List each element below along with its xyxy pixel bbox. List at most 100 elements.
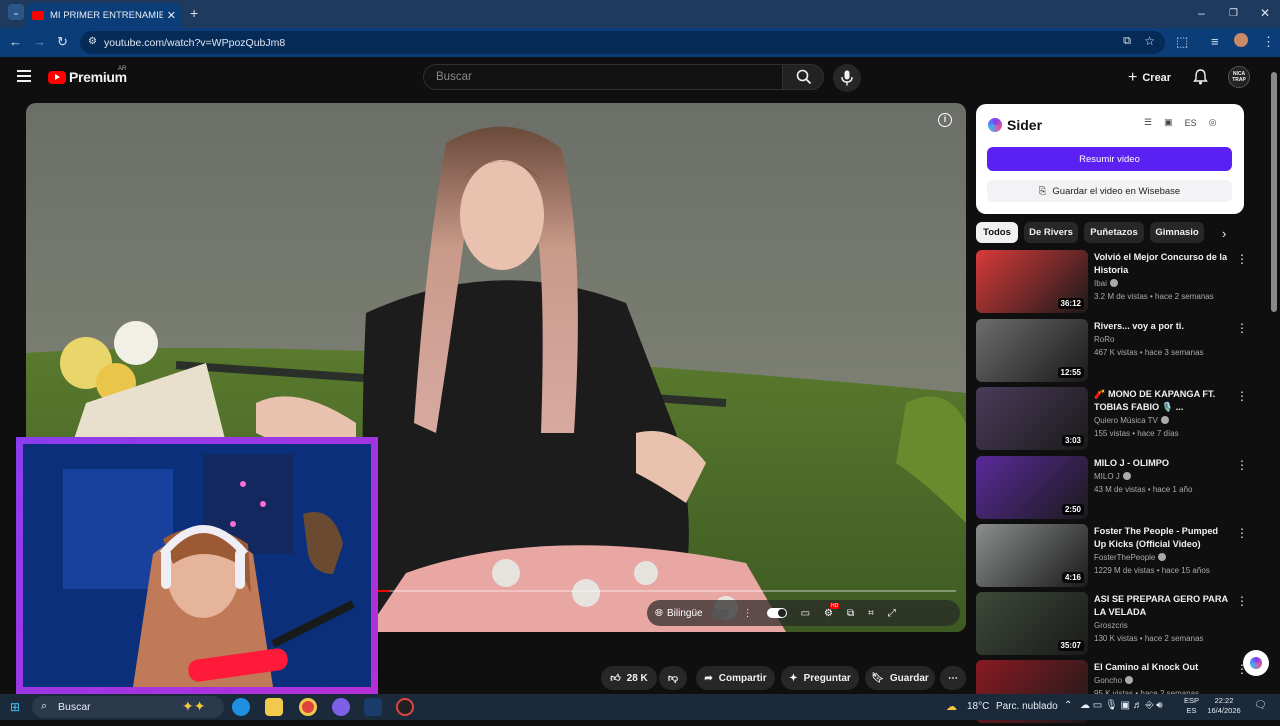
recommendation-item[interactable]: 2:50 MILO J - OLIMPO MILO J 43 M de vistas … (976, 456, 1248, 522)
grid-view-icon[interactable]: ▣ (1164, 117, 1173, 128)
chip-todos[interactable]: Todos (976, 222, 1018, 243)
channel-name[interactable]: Groszcris (1094, 621, 1128, 630)
video-menu-icon[interactable]: ⋮ (1236, 594, 1248, 608)
settings-icon[interactable]: ⚙ HD (824, 602, 840, 619)
dislike-button[interactable]: 👎︎ (659, 666, 687, 690)
install-app-icon[interactable]: ⧉ (1123, 35, 1131, 48)
weather-temp[interactable]: 18°C (967, 701, 989, 712)
channel-avatar[interactable]: NICA TRAP (1228, 66, 1250, 88)
tray-icons[interactable]: ☁ ▭ 🎙︎ ▣ ♬ ⎆ 🔊︎ (1080, 700, 1163, 711)
notifications-center-icon[interactable]: 🗨︎ (1254, 700, 1267, 711)
search-input[interactable]: Buscar (423, 64, 783, 90)
miniplayer-icon[interactable]: ⧉ (847, 608, 854, 619)
autoplay-toggle[interactable] (766, 608, 787, 618)
video-title[interactable]: Foster The People - Pumped Up Kicks (Off… (1094, 525, 1230, 551)
video-menu-icon[interactable]: ⋮ (1236, 526, 1248, 540)
windows-start-icon[interactable]: ⊞ (10, 700, 20, 714)
chrome-icon[interactable] (299, 698, 317, 716)
bilingual-toggle[interactable]: 🌐︎ Bilingüe (655, 608, 729, 619)
youtube-logo[interactable]: Premium AR (48, 66, 127, 85)
like-button[interactable]: 👍︎ 28 K (601, 666, 657, 690)
sider-settings-icon[interactable]: ◎ (1209, 117, 1217, 128)
extensions-icon[interactable]: ⬚ (1176, 34, 1188, 50)
app-icon-2[interactable] (396, 698, 414, 716)
video-title[interactable]: ASI SE PREPARA GERO PARA LA VELADA (1094, 593, 1230, 619)
channel-name[interactable]: Ibai (1094, 279, 1107, 288)
chip-de-rivers[interactable]: De Rivers (1024, 222, 1078, 243)
recommendation-item[interactable]: 36:12 Volvió el Mejor Concurso de la Hist… (976, 250, 1248, 316)
video-title[interactable]: Volvió el Mejor Concurso de la Historia (1094, 251, 1230, 277)
reload-icon[interactable]: ↻ (57, 34, 68, 50)
video-progress-bar[interactable] (377, 590, 956, 592)
share-button[interactable]: ➦ Compartir (696, 666, 775, 690)
steam-icon[interactable] (364, 698, 382, 716)
video-menu-icon[interactable]: ⋮ (1236, 321, 1248, 335)
channel-name[interactable]: FosterThePeople (1094, 553, 1155, 562)
search-button[interactable] (782, 64, 824, 90)
tab-search-icon[interactable]: ⌄ (8, 4, 24, 20)
close-window-button[interactable]: ✕ (1260, 6, 1270, 20)
video-title[interactable]: MILO J - OLIMPO (1094, 457, 1230, 470)
cast-icon[interactable]: ⌗ (868, 608, 874, 619)
weather-desc[interactable]: Parc. nublado (996, 701, 1058, 712)
video-thumbnail[interactable]: 2:50 (976, 456, 1088, 519)
fullscreen-icon[interactable]: ⤢ (888, 608, 896, 619)
tray-expand-icon[interactable]: ⌃ (1064, 700, 1072, 711)
minimize-button[interactable]: – (1198, 6, 1205, 20)
app-icon-1[interactable] (332, 698, 350, 716)
video-thumbnail[interactable]: 12:55 (976, 319, 1088, 382)
create-button[interactable]: + Crear (1128, 69, 1171, 87)
bookmark-star-icon[interactable]: ☆ (1144, 34, 1155, 48)
recommendation-item[interactable]: 4:16 Foster The People - Pumped Up Kicks … (976, 524, 1248, 590)
hamburger-menu-icon[interactable] (17, 70, 31, 85)
browser-tab[interactable]: MI PRIMER ENTRENAMIENTO D ✕ (26, 3, 182, 28)
close-tab-icon[interactable]: ✕ (167, 9, 176, 22)
recommendation-item[interactable]: 12:55 Rivers... voy a por ti. RoRo 467 K vi… (976, 319, 1248, 385)
video-menu-icon[interactable]: ⋮ (1236, 252, 1248, 266)
more-options-icon[interactable]: ⋮ (743, 608, 753, 619)
clock[interactable]: 22:22 16/4/2026 (1206, 696, 1242, 716)
chip-gimnasio[interactable]: Gimnasio (1150, 222, 1204, 243)
reading-list-icon[interactable]: ≡ (1211, 34, 1219, 49)
channel-name[interactable]: Quiero Música TV (1094, 416, 1158, 425)
channel-name[interactable]: RoRo (1094, 335, 1114, 344)
new-tab-button[interactable]: + (190, 5, 198, 21)
url-field[interactable]: ⚙ youtube.com/watch?v=WPpozQubJm8 ⧉ ☆ (80, 31, 1165, 54)
page-scrollbar[interactable] (1271, 72, 1277, 312)
summarize-video-button[interactable]: Resumir video (987, 147, 1232, 171)
save-button[interactable]: 🔖︎ Guardar (865, 666, 935, 690)
video-thumbnail[interactable]: 4:16 (976, 524, 1088, 587)
video-thumbnail[interactable]: 3:03 (976, 387, 1088, 450)
edge-icon[interactable] (232, 698, 250, 716)
video-menu-icon[interactable]: ⋮ (1236, 458, 1248, 472)
video-thumbnail[interactable]: 36:12 (976, 250, 1088, 313)
video-title[interactable]: Rivers... voy a por ti. (1094, 320, 1230, 333)
site-info-icon[interactable]: ⚙ (88, 36, 97, 47)
profile-avatar-icon[interactable] (1234, 33, 1248, 47)
chip-punetazos[interactable]: Puñetazos (1084, 222, 1144, 243)
back-icon[interactable]: ← (9, 34, 22, 49)
voice-search-button[interactable] (833, 64, 861, 92)
video-title[interactable]: El Camino al Knock Out (1094, 661, 1230, 674)
sider-language[interactable]: ES (1185, 118, 1197, 128)
video-thumbnail[interactable]: 35:07 (976, 592, 1088, 655)
subtitles-icon[interactable]: ▭ (801, 608, 810, 619)
browser-menu-icon[interactable]: ⋮ (1262, 34, 1275, 50)
info-icon[interactable]: i (938, 113, 952, 127)
recommendation-item[interactable]: 3:03 🧨 MONO DE KAPANGA FT. TOBIAS FABIO 🎙… (976, 387, 1248, 453)
channel-name[interactable]: Goncho (1094, 676, 1122, 685)
file-explorer-icon[interactable] (265, 698, 283, 716)
more-actions-button[interactable]: ⋯ (940, 666, 966, 690)
list-view-icon[interactable]: ☰ (1144, 117, 1152, 128)
video-title[interactable]: 🧨 MONO DE KAPANGA FT. TOBIAS FABIO 🎙️ ..… (1094, 388, 1230, 414)
save-to-wisebase-button[interactable]: ⎘ Guardar el video en Wisebase (987, 180, 1232, 202)
video-menu-icon[interactable]: ⋮ (1236, 389, 1248, 403)
bilingual-switch[interactable] (710, 608, 729, 618)
forward-icon[interactable]: → (33, 34, 46, 49)
sider-float-button[interactable] (1243, 650, 1269, 676)
recommendation-item[interactable]: 35:07 ASI SE PREPARA GERO PARA LA VELADA G… (976, 592, 1248, 658)
restore-button[interactable]: ❐ (1229, 8, 1238, 19)
channel-name[interactable]: MILO J (1094, 472, 1120, 481)
ask-button[interactable]: ✦ Preguntar (781, 666, 859, 690)
language-indicator[interactable]: ESP ES (1184, 696, 1199, 716)
